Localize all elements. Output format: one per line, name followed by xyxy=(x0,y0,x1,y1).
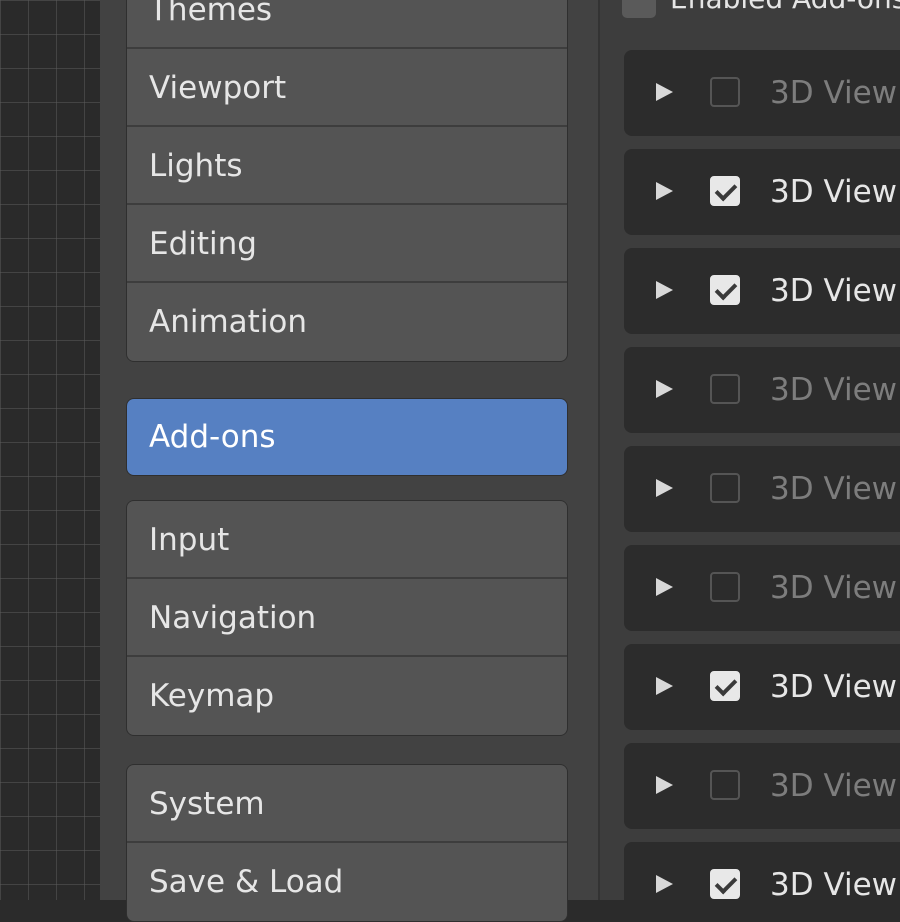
addon-enable-checkbox[interactable] xyxy=(710,671,740,701)
disclosure-triangle-icon[interactable] xyxy=(656,182,673,200)
nav-group-interface: Themes Viewport Lights Editing Animation xyxy=(126,0,568,362)
checkmark-icon xyxy=(714,178,738,202)
addon-row[interactable]: 3D View xyxy=(624,842,900,900)
nav-item-input[interactable]: Input xyxy=(127,501,567,579)
addon-row[interactable]: 3D View xyxy=(624,545,900,631)
3d-viewport-background xyxy=(0,0,100,900)
addon-enable-checkbox[interactable] xyxy=(710,275,740,305)
addon-name: 3D View xyxy=(770,867,898,900)
addon-enable-checkbox[interactable] xyxy=(710,869,740,899)
preferences-window: Themes Viewport Lights Editing Animation… xyxy=(100,0,900,922)
addon-enable-checkbox[interactable] xyxy=(710,770,740,800)
disclosure-triangle-icon[interactable] xyxy=(656,776,673,794)
addon-enable-checkbox[interactable] xyxy=(710,77,740,107)
addon-row[interactable]: 3D View xyxy=(624,446,900,532)
nav-item-navigation[interactable]: Navigation xyxy=(127,579,567,657)
nav-item-system[interactable]: System xyxy=(127,765,567,843)
addon-name: 3D View xyxy=(770,174,898,210)
addon-enable-checkbox[interactable] xyxy=(710,572,740,602)
disclosure-triangle-icon[interactable] xyxy=(656,875,673,893)
addon-row[interactable]: 3D View xyxy=(624,248,900,334)
addon-row[interactable]: 3D View xyxy=(624,50,900,136)
nav-item-keymap[interactable]: Keymap xyxy=(127,657,567,735)
addon-name: 3D View xyxy=(770,768,898,804)
addon-name: 3D View xyxy=(770,75,898,111)
disclosure-triangle-icon[interactable] xyxy=(656,677,673,695)
checkmark-icon xyxy=(714,673,738,697)
addon-row[interactable]: 3D View xyxy=(624,149,900,235)
checkmark-icon xyxy=(714,277,738,301)
disclosure-triangle-icon[interactable] xyxy=(656,380,673,398)
nav-item-themes[interactable]: Themes xyxy=(127,0,567,49)
enabled-addons-label: Enabled Add-ons xyxy=(670,0,900,16)
nav-item-animation[interactable]: Animation xyxy=(127,283,567,361)
addon-name: 3D View xyxy=(770,273,898,309)
nav-item-lights[interactable]: Lights xyxy=(127,127,567,205)
nav-item-save-load[interactable]: Save & Load xyxy=(127,843,567,921)
nav-group-input: Input Navigation Keymap xyxy=(126,500,568,736)
addon-name: 3D View xyxy=(770,372,898,408)
disclosure-triangle-icon[interactable] xyxy=(656,83,673,101)
addon-name: 3D View xyxy=(770,669,898,705)
addon-name: 3D View xyxy=(770,570,898,606)
preferences-navigation: Themes Viewport Lights Editing Animation… xyxy=(126,0,568,922)
addons-panel: Enabled Add-ons 3D View 3D View 3D View 3D … xyxy=(598,0,900,900)
disclosure-triangle-icon[interactable] xyxy=(656,578,673,596)
enabled-addons-checkbox[interactable] xyxy=(622,0,656,18)
nav-item-add-ons[interactable]: Add-ons xyxy=(127,399,567,475)
addon-row[interactable]: 3D View xyxy=(624,644,900,730)
addon-name: 3D View xyxy=(770,471,898,507)
nav-item-editing[interactable]: Editing xyxy=(127,205,567,283)
nav-item-viewport[interactable]: Viewport xyxy=(127,49,567,127)
checkmark-icon xyxy=(714,871,738,895)
addon-row[interactable]: 3D View xyxy=(624,743,900,829)
nav-group-system: System Save & Load xyxy=(126,764,568,922)
addon-enable-checkbox[interactable] xyxy=(710,473,740,503)
disclosure-triangle-icon[interactable] xyxy=(656,479,673,497)
addon-enable-checkbox[interactable] xyxy=(710,176,740,206)
disclosure-triangle-icon[interactable] xyxy=(656,281,673,299)
addon-enable-checkbox[interactable] xyxy=(710,374,740,404)
nav-group-addons: Add-ons xyxy=(126,398,568,476)
addon-row[interactable]: 3D View xyxy=(624,347,900,433)
